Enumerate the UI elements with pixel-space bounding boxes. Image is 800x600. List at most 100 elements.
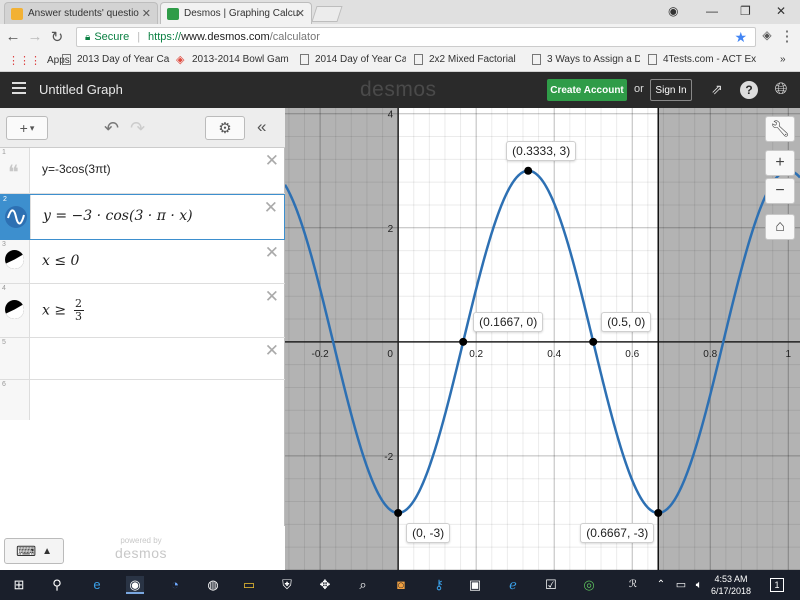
point-coordinate-label[interactable]: (0.5, 0) bbox=[601, 311, 652, 332]
delete-expression-icon[interactable]: ✕ bbox=[265, 341, 279, 361]
app-icon[interactable]: ✥ bbox=[316, 576, 334, 594]
graph-title[interactable]: Untitled Graph bbox=[39, 82, 123, 97]
gear-icon[interactable]: ⚙ bbox=[205, 116, 245, 140]
expression-row-1[interactable]: 1 ❝ y=-3cos(3πt) ✕ bbox=[0, 148, 285, 194]
hamburger-menu-icon[interactable] bbox=[12, 82, 26, 94]
wrench-icon[interactable]: 🔧︎ bbox=[765, 116, 795, 142]
battery-icon[interactable]: ▭ bbox=[672, 576, 690, 594]
point-coordinate-label[interactable]: (0.1667, 0) bbox=[473, 311, 544, 332]
bookmark-item[interactable]: 2x2 Mixed Factorial bbox=[414, 54, 522, 65]
or-text: or bbox=[634, 83, 644, 95]
profile-icon[interactable]: ◉ bbox=[668, 4, 678, 18]
app-icon[interactable]: ▣ bbox=[466, 576, 484, 594]
row-number: 4 bbox=[2, 285, 6, 292]
zoom-out-button[interactable]: − bbox=[765, 178, 795, 204]
row-number: 2 bbox=[3, 196, 7, 203]
inequality-expression[interactable]: x ≥ 2 3 bbox=[42, 298, 84, 323]
forward-icon[interactable]: → bbox=[26, 28, 44, 45]
desmos-favicon-icon bbox=[167, 7, 179, 20]
redo-icon[interactable]: ↷ bbox=[130, 118, 145, 139]
expression-row-3[interactable]: 3 x ≤ 0 ✕ bbox=[0, 240, 285, 284]
row-number: 5 bbox=[2, 339, 6, 346]
collapse-list-icon[interactable]: « bbox=[257, 117, 266, 137]
graph-paper[interactable]: -0.2 0 0.2 0.4 0.6 0.8 1 4 2 -2 (0.3333, 3) (0.166… bbox=[285, 108, 800, 570]
calendar-icon[interactable]: ☑ bbox=[542, 576, 560, 594]
help-icon[interactable]: ? bbox=[740, 81, 758, 99]
app-icon[interactable]: ◎ bbox=[580, 576, 598, 594]
windows-start-icon[interactable]: ⊞ bbox=[10, 576, 28, 594]
globe-icon[interactable]: 🌐︎ bbox=[772, 81, 790, 99]
app-icon[interactable]: ⚷ bbox=[430, 576, 448, 594]
function-expression[interactable]: y = −3 · cos(3 · π · x) bbox=[43, 208, 193, 224]
bookmark-item[interactable]: 2014 Day of Year Cal bbox=[300, 54, 406, 65]
url-bar[interactable]: 🔒︎ Secure | https:// www.desmos.com /cal… bbox=[76, 27, 756, 47]
bookmark-item[interactable]: 2013 Day of Year Ca bbox=[62, 54, 170, 65]
ie-icon[interactable]: e bbox=[88, 576, 106, 594]
expression-row-6[interactable]: 6 bbox=[0, 380, 285, 526]
bookmark-label: 3 Ways to Assign a D bbox=[547, 54, 640, 65]
point-coordinate-label[interactable]: (0.6667, -3) bbox=[580, 522, 655, 543]
expression-row-4[interactable]: 4 x ≥ 2 3 ✕ bbox=[0, 284, 285, 338]
keyboard-toggle-button[interactable]: ⌨ ▲ bbox=[4, 538, 64, 564]
create-account-button[interactable]: Create Account bbox=[547, 79, 627, 101]
x-tick-label: 0.4 bbox=[547, 349, 561, 360]
close-window-icon[interactable]: ✕ bbox=[776, 4, 786, 18]
delete-expression-icon[interactable]: ✕ bbox=[265, 151, 279, 171]
expression-row-2[interactable]: 2 y = −3 · cos(3 · π · x) ✕ bbox=[0, 194, 285, 240]
expression-list: + ▾ ↶ ↷ ⚙ « 1 ❝ y=-3cos(3πt) ✕ 2 y = −3 ·… bbox=[0, 108, 285, 570]
point-coordinate-label[interactable]: (0, -3) bbox=[406, 522, 451, 543]
bookmark-apps[interactable]: ⋮⋮⋮ Apps bbox=[8, 54, 70, 67]
bookmark-item[interactable]: 3 Ways to Assign a D bbox=[532, 54, 640, 65]
app-icon[interactable]: ◙ bbox=[392, 576, 410, 594]
undo-icon[interactable]: ↶ bbox=[104, 118, 119, 139]
inequality-expression[interactable]: x ≤ 0 bbox=[42, 253, 79, 269]
expression-footer: ⌨ ▲ powered by desmos bbox=[0, 526, 285, 570]
file-explorer-icon[interactable]: ▭ bbox=[240, 576, 258, 594]
app-icon[interactable]: ◍ bbox=[204, 576, 222, 594]
search-icon[interactable]: ⚲ bbox=[48, 576, 66, 594]
delete-expression-icon[interactable]: ✕ bbox=[264, 198, 278, 218]
people-icon[interactable]: ℛ bbox=[624, 576, 642, 594]
app-icon[interactable]: ◔ bbox=[166, 576, 184, 594]
point-coordinate-label[interactable]: (0.3333, 3) bbox=[506, 140, 577, 161]
new-tab-button[interactable] bbox=[311, 6, 343, 22]
bookmark-star-icon[interactable]: ★ bbox=[734, 29, 747, 46]
bookmark-item[interactable]: ◈ 2013-2014 Bowl Gam bbox=[176, 54, 296, 65]
edge-icon[interactable]: ℯ bbox=[504, 576, 522, 594]
curve-style-icon[interactable] bbox=[5, 206, 27, 228]
home-icon[interactable]: ⌂ bbox=[765, 214, 795, 240]
x-tick-label: 1 bbox=[786, 349, 792, 360]
shading-style-icon[interactable] bbox=[5, 300, 24, 319]
back-icon[interactable]: ← bbox=[4, 28, 22, 45]
chevron-up-icon[interactable]: ⌃ bbox=[652, 576, 670, 594]
reload-icon[interactable]: ↻ bbox=[48, 28, 66, 46]
sign-in-button[interactable]: Sign In bbox=[650, 79, 692, 101]
extension-icon[interactable]: ◈ bbox=[758, 28, 776, 42]
close-tab-icon[interactable]: ✕ bbox=[142, 7, 151, 20]
zoom-in-button[interactable]: + bbox=[765, 150, 795, 176]
x-tick-label: -0.2 bbox=[311, 349, 329, 360]
close-tab-icon[interactable]: ✕ bbox=[296, 7, 305, 20]
add-item-button[interactable]: + ▾ bbox=[6, 116, 48, 140]
chrome-icon[interactable]: ◉ bbox=[126, 576, 144, 594]
minimize-icon[interactable]: — bbox=[706, 4, 718, 18]
expression-row-5[interactable]: 5 ✕ bbox=[0, 338, 285, 380]
magnifier-icon[interactable]: ⌕ bbox=[354, 576, 372, 594]
more-bookmarks-icon[interactable]: » bbox=[780, 54, 786, 65]
bookmark-item[interactable]: 4Tests.com - ACT Ex bbox=[648, 54, 766, 65]
delete-expression-icon[interactable]: ✕ bbox=[265, 287, 279, 307]
tab-desmos[interactable]: Desmos | Graphing Calcu ✕ bbox=[160, 2, 312, 24]
tab-answer-questions[interactable]: Answer students' questio ✕ bbox=[4, 2, 158, 24]
delete-expression-icon[interactable]: ✕ bbox=[265, 243, 279, 263]
menu-dots-icon[interactable]: ⋮ bbox=[778, 27, 796, 45]
note-text[interactable]: y=-3cos(3πt) bbox=[42, 162, 111, 176]
row-number: 3 bbox=[2, 241, 6, 248]
app-icon[interactable]: ⛨ bbox=[278, 576, 296, 594]
system-clock[interactable]: 4:53 AM 6/17/2018 bbox=[706, 573, 756, 597]
share-icon[interactable]: ⇗ bbox=[708, 81, 726, 99]
notification-center-icon[interactable]: 1 bbox=[770, 578, 784, 592]
url-path: /calculator bbox=[269, 31, 320, 43]
restore-icon[interactable]: ❐ bbox=[740, 4, 751, 18]
shading-style-icon[interactable] bbox=[5, 250, 24, 269]
point-marker bbox=[654, 508, 663, 517]
